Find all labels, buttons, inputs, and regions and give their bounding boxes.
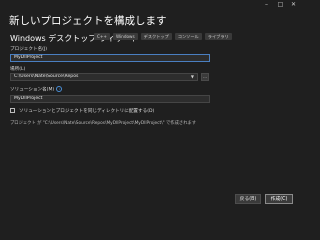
browse-button[interactable]: ...: [201, 73, 209, 81]
tag-library: ライブラリ: [204, 33, 232, 40]
solution-name-label-text: ソリューション名(M): [10, 87, 55, 93]
location-value: C:\Users\Nate\Source\Repos: [14, 74, 79, 79]
page-title: 新しいプロジェクトを構成します: [9, 15, 167, 27]
info-icon[interactable]: i: [56, 86, 63, 92]
minimize-button[interactable]: –: [262, 1, 271, 9]
same-directory-label[interactable]: ソリューションとプロジェクトを同じディレクトリに配置する(D): [19, 108, 154, 114]
project-name-input[interactable]: MyDllProject: [10, 54, 210, 62]
create-button[interactable]: 作成(C): [265, 194, 293, 204]
maximize-button[interactable]: □: [276, 1, 285, 9]
same-directory-checkbox[interactable]: [10, 108, 15, 113]
tag-windows: Windows: [112, 33, 138, 40]
project-path-note: プロジェクト が "C:\Users\Nate\Source\Repos\MyD…: [10, 121, 197, 126]
solution-name-label: ソリューション名(M) i: [10, 86, 63, 93]
tag-desktop: デスクトップ: [140, 33, 172, 40]
location-select[interactable]: C:\Users\Nate\Source\Repos ▼: [10, 73, 198, 81]
title-bar: – □ ✕: [0, 0, 300, 10]
dialog-window: – □ ✕ 新しいプロジェクトを構成します Windows デスクトップ ウィザ…: [0, 0, 300, 211]
back-button[interactable]: 戻る(B): [235, 194, 261, 204]
close-button[interactable]: ✕: [289, 1, 298, 9]
location-label: 場所(L): [10, 67, 26, 72]
project-name-value: MyDllProject: [14, 55, 43, 60]
tag-cpp: C++: [94, 33, 110, 40]
solution-name-value: MyDllProject: [14, 96, 43, 101]
project-name-label: プロジェクト名(J): [10, 47, 48, 52]
tag-console: コンソール: [174, 33, 202, 40]
solution-name-input[interactable]: MyDllProject: [10, 95, 210, 103]
chevron-down-icon: ▼: [190, 74, 194, 79]
template-tags: C++ Windows デスクトップ コンソール ライブラリ: [94, 33, 232, 40]
